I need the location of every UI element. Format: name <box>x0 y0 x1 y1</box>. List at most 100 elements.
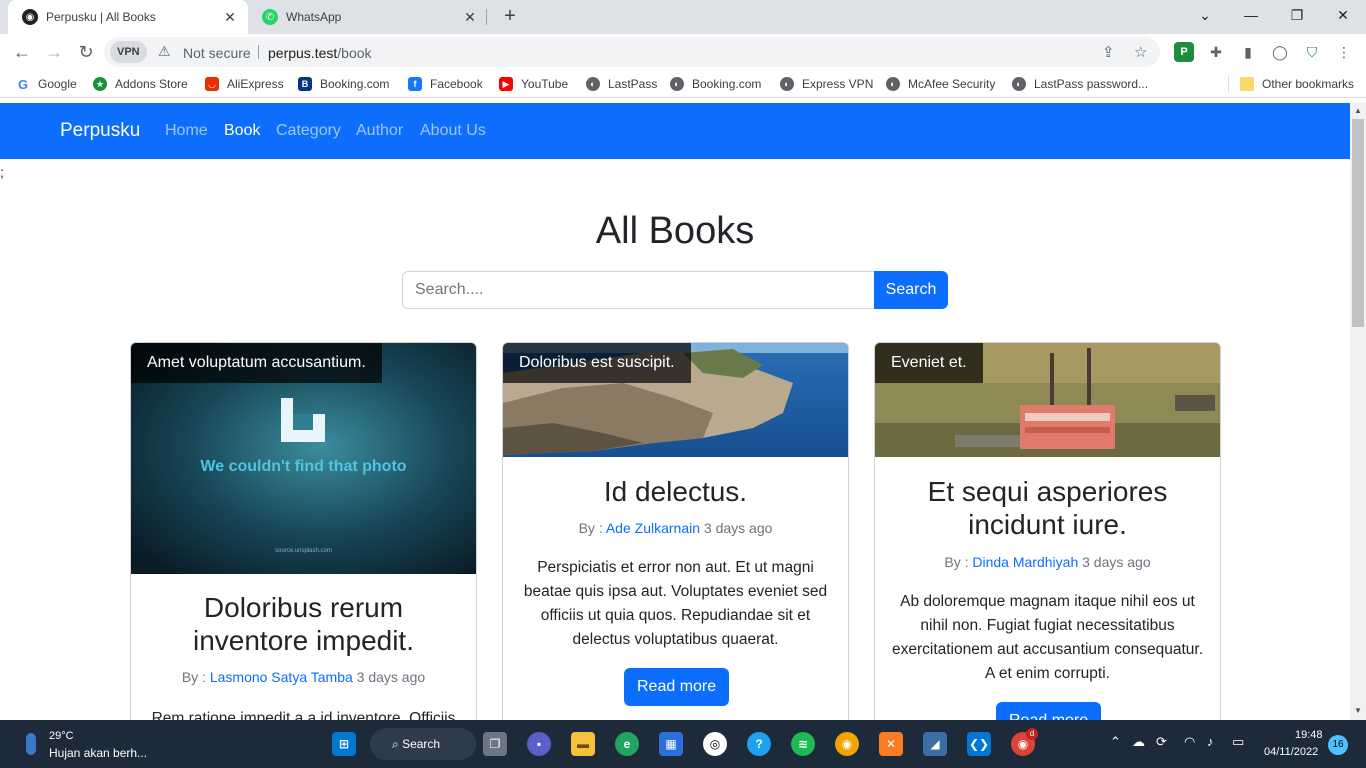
bookmark-aliexpress[interactable]: ◡ AliExpress <box>205 76 284 92</box>
scroll-up-icon[interactable]: ▲ <box>1353 106 1363 115</box>
close-tab-icon[interactable]: ✕ <box>222 9 238 26</box>
bookmark-mcafee[interactable]: ◐ McAfee Security <box>886 76 995 92</box>
onedrive-icon[interactable]: ☁ <box>1132 734 1145 750</box>
new-tab-button[interactable]: + <box>499 5 521 29</box>
globe-icon: ◐ <box>1012 77 1026 91</box>
globe-icon: ◐ <box>886 77 900 91</box>
xampp-icon[interactable]: ✕ <box>879 732 903 756</box>
bookmark-facebook[interactable]: f Facebook <box>408 76 483 92</box>
teams-chat-icon[interactable]: ▪ <box>527 732 551 756</box>
search-button[interactable]: Search <box>874 271 948 309</box>
spotify-icon[interactable]: ≋ <box>791 732 815 756</box>
reload-icon[interactable]: ↻ <box>74 40 98 64</box>
windows-start-icon[interactable]: ⊞ <box>332 732 356 756</box>
category-badge[interactable]: Eveniet et. <box>875 343 983 383</box>
volume-icon[interactable]: ♪ <box>1207 734 1214 749</box>
ms-store-icon[interactable]: ▦ <box>659 732 683 756</box>
bookmark-label: AliExpress <box>227 77 284 91</box>
shield-icon[interactable]: ⛉ <box>1302 42 1322 62</box>
vscode-icon[interactable]: ❮❯ <box>967 732 991 756</box>
tab-search-button[interactable]: ⌄ <box>1182 0 1228 34</box>
bookmark-google[interactable]: G Google <box>16 76 77 92</box>
book-image: We couldn't find that photo source.unspl… <box>131 343 476 574</box>
weather-description[interactable]: Hujan akan berh... <box>49 746 147 760</box>
bookmark-label: LastPass password... <box>1034 77 1149 91</box>
tab-title: WhatsApp <box>286 10 342 24</box>
taskbar-search[interactable]: ⌕ Search <box>370 728 476 760</box>
book-meta: By : Dinda Mardhiyah 3 days ago <box>891 554 1204 570</box>
bookmark-express-vpn[interactable]: ◐ Express VPN <box>780 76 873 92</box>
post-time: 3 days ago <box>356 669 426 685</box>
windows-taskbar: 29°C Hujan akan berh... ⊞ ⌕ Search ❐ ▪ ▬… <box>0 720 1366 768</box>
menu-dots-icon[interactable]: ⋮ <box>1334 42 1354 62</box>
file-explorer-icon[interactable]: ▬ <box>571 732 595 756</box>
brand-logo[interactable]: Perpusku <box>60 120 140 142</box>
battery-icon[interactable]: ▭ <box>1232 734 1244 750</box>
aliexpress-icon: ◡ <box>205 77 219 91</box>
mysql-workbench-icon[interactable]: ◢ <box>923 732 947 756</box>
read-more-button[interactable]: Read more <box>624 668 730 706</box>
bookmark-label: Express VPN <box>802 77 874 91</box>
page-viewport: Perpusku Home Book Category Author About… <box>0 103 1350 720</box>
by-label: By : <box>578 520 603 536</box>
clock-date[interactable]: 04/11/2022 <box>1264 746 1318 758</box>
author-link[interactable]: Lasmono Satya Tamba <box>210 669 353 685</box>
side-panel-icon[interactable]: ▮ <box>1238 42 1258 62</box>
author-link[interactable]: Dinda Mardhiyah <box>972 554 1078 570</box>
page-title: All Books <box>595 210 755 252</box>
bookmark-lastpass-password[interactable]: ◐ LastPass password... <box>1012 76 1148 92</box>
bookmark-lastpass[interactable]: ◐ LastPass <box>586 76 657 92</box>
weather-temperature[interactable]: 29°C <box>49 730 74 742</box>
bookmark-star-icon[interactable]: ☆ <box>1134 43 1147 61</box>
notification-badge[interactable]: 16 <box>1328 735 1348 755</box>
category-badge[interactable]: Doloribus est suscipit. <box>503 343 691 383</box>
nav-about-us[interactable]: About Us <box>420 122 486 140</box>
scrollbar-thumb[interactable] <box>1352 119 1364 327</box>
clock-time[interactable]: 19:48 <box>1295 729 1323 741</box>
bookmarks-divider <box>1228 76 1229 92</box>
bookmark-booking[interactable]: B Booking.com <box>298 76 389 92</box>
nav-book[interactable]: Book <box>224 122 260 140</box>
forward-icon[interactable]: → <box>42 40 66 64</box>
scroll-down-icon[interactable]: ▼ <box>1353 706 1363 715</box>
bookmark-label: Booking.com <box>320 77 390 91</box>
close-window-button[interactable]: ✕ <box>1320 0 1366 34</box>
bookmark-addons-store[interactable]: ★ Addons Store <box>93 76 188 92</box>
share-icon[interactable]: ⇪ <box>1102 43 1115 61</box>
app-icon[interactable]: ◎ <box>703 732 727 756</box>
page-scrollbar[interactable]: ▲ ▼ <box>1350 103 1366 720</box>
extension-p-icon[interactable]: P <box>1174 42 1194 62</box>
wifi-icon[interactable]: ◠ <box>1184 734 1195 750</box>
category-badge[interactable]: Amet voluptatum accusantium. <box>131 343 382 383</box>
vpn-app-icon[interactable]: ◉ <box>835 732 859 756</box>
address-bar[interactable]: VPN ⚠ Not secure perpus.test/book ⇪ ☆ <box>104 37 1160 67</box>
close-tab-icon[interactable]: ✕ <box>462 9 478 26</box>
edge-icon[interactable]: e <box>615 732 639 756</box>
book-card: Eveniet et. Et sequi asperiores incidunt… <box>874 342 1221 720</box>
other-bookmarks[interactable]: Other bookmarks <box>1240 76 1354 92</box>
search-input[interactable] <box>402 271 874 309</box>
sync-icon[interactable]: ⟳ <box>1156 734 1167 750</box>
minimize-button[interactable]: — <box>1228 0 1274 34</box>
tab-whatsapp[interactable]: ✆ WhatsApp ✕ <box>248 0 488 34</box>
nav-category[interactable]: Category <box>276 122 341 140</box>
read-more-button[interactable]: Read more <box>996 702 1102 720</box>
vpn-badge[interactable]: VPN <box>110 41 147 63</box>
bookmark-booking-2[interactable]: ◐ Booking.com <box>670 76 761 92</box>
author-link[interactable]: Ade Zulkarnain <box>606 520 700 536</box>
help-icon[interactable]: ? <box>747 732 771 756</box>
nav-home[interactable]: Home <box>165 122 208 140</box>
bookmark-youtube[interactable]: ▶ YouTube <box>499 76 568 92</box>
tray-chevron-icon[interactable]: ⌃ <box>1110 734 1121 750</box>
task-view-icon[interactable]: ❐ <box>483 732 507 756</box>
nav-author[interactable]: Author <box>356 122 403 140</box>
url-text[interactable]: perpus.test/book <box>268 45 372 61</box>
extensions-puzzle-icon[interactable]: ✚ <box>1206 42 1226 62</box>
restore-button[interactable]: ❐ <box>1274 0 1320 34</box>
back-icon[interactable]: ← <box>10 40 34 64</box>
profile-icon[interactable]: ◯ <box>1270 42 1290 62</box>
weather-icon[interactable] <box>26 733 36 755</box>
security-label[interactable]: Not secure <box>183 45 251 61</box>
warning-icon[interactable]: ⚠ <box>158 43 171 60</box>
tab-perpusku[interactable]: ◉ Perpusku | All Books ✕ <box>8 0 248 34</box>
